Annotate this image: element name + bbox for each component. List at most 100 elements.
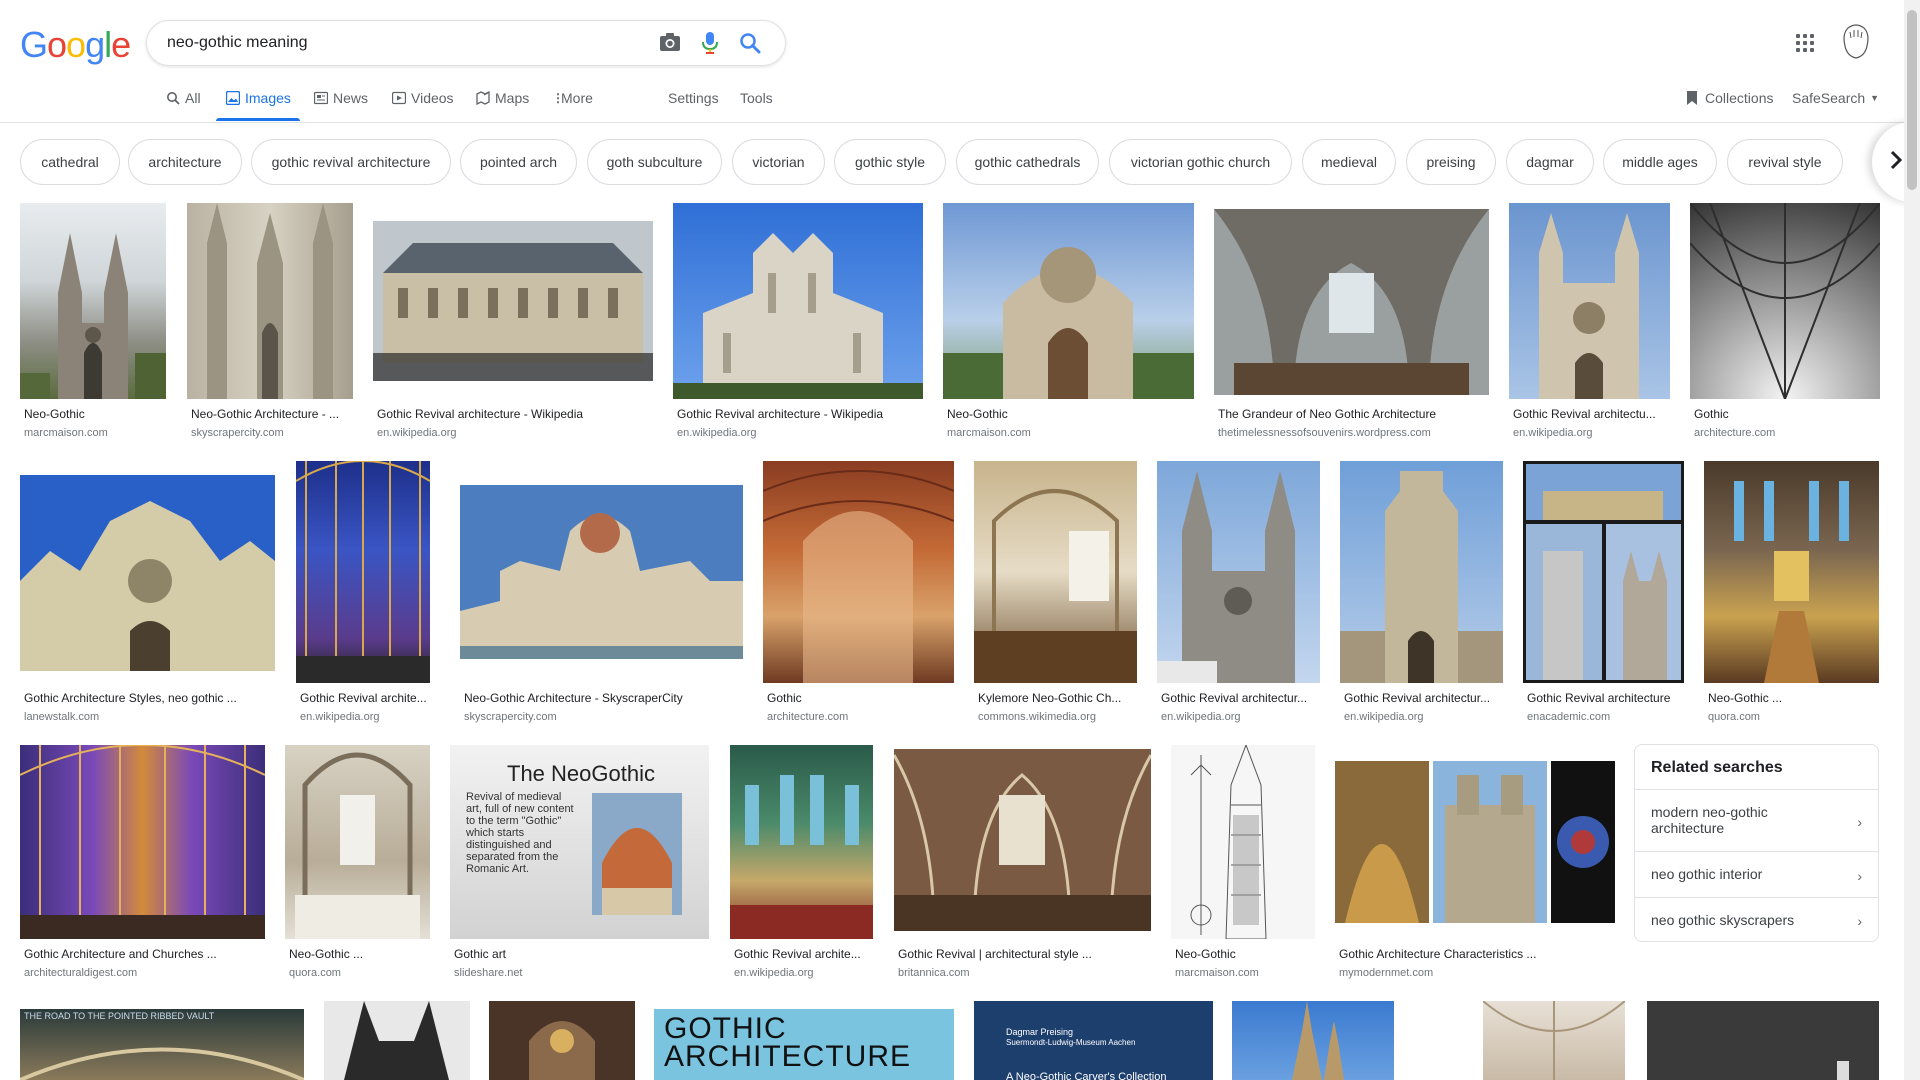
logo-letter: o bbox=[47, 24, 67, 65]
result-thumbnail bbox=[1483, 1001, 1625, 1080]
chip[interactable]: gothic revival architecture bbox=[251, 139, 451, 185]
result-source: en.wikipedia.org bbox=[734, 967, 814, 979]
tab-all-label: All bbox=[185, 90, 201, 106]
result-thumbnail bbox=[20, 745, 265, 939]
result-source: marcmaison.com bbox=[24, 427, 108, 439]
tab-all[interactable]: All bbox=[166, 90, 201, 106]
result-thumbnail bbox=[460, 461, 743, 683]
google-logo[interactable]: Google bbox=[20, 24, 131, 66]
search-icon[interactable] bbox=[739, 32, 763, 54]
image-result[interactable] bbox=[489, 1001, 635, 1080]
image-result[interactable] bbox=[1483, 1001, 1625, 1080]
thumbnail-text: GOTHIC ARCHITECTURE bbox=[664, 1012, 912, 1073]
result-source: skyscrapercity.com bbox=[464, 711, 557, 723]
tab-maps[interactable]: Maps bbox=[476, 90, 529, 106]
microphone-icon[interactable] bbox=[701, 32, 725, 54]
result-caption: Gothic Revival architectur... bbox=[1344, 691, 1491, 705]
related-searches-title: Related searches bbox=[1651, 759, 1783, 776]
chip[interactable]: cathedral bbox=[20, 139, 120, 185]
chip[interactable]: gothic cathedrals bbox=[956, 139, 1099, 185]
result-caption: Neo-Gothic bbox=[1175, 947, 1236, 961]
tools-link[interactable]: Tools bbox=[740, 90, 773, 106]
related-search-item[interactable]: neo gothic skyscrapers › bbox=[1635, 897, 1878, 942]
result-caption: Gothic art bbox=[454, 947, 507, 961]
search-tabs: All Images News Videos Maps ⋮ More Setti… bbox=[0, 82, 1920, 122]
result-thumbnail bbox=[1171, 745, 1315, 939]
result-thumbnail bbox=[187, 203, 353, 399]
result-thumbnail bbox=[285, 745, 430, 939]
result-caption: Gothic bbox=[1694, 407, 1729, 421]
map-icon bbox=[476, 90, 490, 106]
result-source: architecture.com bbox=[1694, 427, 1776, 439]
result-source: en.wikipedia.org bbox=[1161, 711, 1241, 723]
settings-link[interactable]: Settings bbox=[668, 90, 719, 106]
result-thumbnail bbox=[974, 461, 1137, 683]
result-source: en.wikipedia.org bbox=[1344, 711, 1424, 723]
result-thumbnail bbox=[1232, 1001, 1394, 1080]
video-icon bbox=[391, 91, 407, 105]
chip[interactable]: middle ages bbox=[1603, 139, 1717, 185]
thumbnail-text: A Neo-Gothic Carver's Collection bbox=[1006, 1071, 1167, 1080]
result-source: marcmaison.com bbox=[1175, 967, 1259, 979]
related-search-item[interactable]: neo gothic interior › bbox=[1635, 851, 1878, 898]
result-caption: Gothic Revival architectu... bbox=[1513, 407, 1656, 421]
chip[interactable]: preising bbox=[1406, 139, 1496, 185]
chip[interactable]: medieval bbox=[1302, 139, 1396, 185]
result-thumbnail bbox=[296, 461, 430, 683]
result-thumbnail bbox=[489, 1001, 635, 1080]
tab-videos[interactable]: Videos bbox=[391, 90, 454, 106]
collections-link[interactable]: Collections bbox=[1686, 90, 1773, 106]
result-caption: Neo-Gothic Architecture - SkyscraperCity bbox=[464, 691, 683, 705]
scrollbar-thumb[interactable] bbox=[1907, 10, 1917, 190]
header: Google neo-gothic meaning All Images New… bbox=[0, 0, 1920, 123]
result-source: commons.wikimedia.org bbox=[978, 711, 1096, 723]
apps-grid-icon[interactable] bbox=[1796, 34, 1814, 52]
chip[interactable]: pointed arch bbox=[460, 139, 577, 185]
result-caption: Gothic Architecture Styles, neo gothic .… bbox=[24, 691, 237, 705]
result-source: skyscrapercity.com bbox=[191, 427, 284, 439]
camera-icon[interactable] bbox=[659, 32, 683, 54]
result-source: quora.com bbox=[1708, 711, 1760, 723]
collections-label: Collections bbox=[1705, 90, 1774, 106]
tab-images[interactable]: Images bbox=[225, 90, 291, 106]
avatar[interactable] bbox=[1840, 24, 1872, 60]
related-search-item[interactable]: modern neo-gothic architecture › bbox=[1635, 789, 1878, 852]
tab-news-label: News bbox=[333, 90, 369, 106]
tab-more[interactable]: ⋮ More bbox=[552, 90, 593, 106]
chip[interactable]: dagmar bbox=[1506, 139, 1594, 185]
related-search-label: modern neo-gothic architecture bbox=[1651, 804, 1768, 836]
slide-body: Revival of medieval art, full of new con… bbox=[466, 791, 574, 875]
chip[interactable]: revival style bbox=[1727, 139, 1843, 185]
image-result[interactable] bbox=[324, 1001, 470, 1080]
result-thumbnail: Dagmar Preising Suermondt-Ludwig-Museum … bbox=[974, 1001, 1213, 1080]
safesearch-dropdown[interactable]: SafeSearch ▼ bbox=[1792, 90, 1879, 106]
tab-news[interactable]: News bbox=[313, 90, 369, 106]
chip[interactable]: victorian gothic church bbox=[1109, 139, 1292, 185]
result-thumbnail bbox=[20, 461, 275, 683]
vertical-scrollbar[interactable] bbox=[1904, 0, 1920, 1080]
image-result[interactable]: Dagmar Preising Suermondt-Ludwig-Museum … bbox=[974, 1001, 1213, 1080]
result-source: en.wikipedia.org bbox=[377, 427, 457, 439]
result-source: slideshare.net bbox=[454, 967, 523, 979]
image-result[interactable]: GOTHIC ARCHITECTURE bbox=[654, 1001, 954, 1080]
chip[interactable]: gothic style bbox=[834, 139, 946, 185]
tab-maps-label: Maps bbox=[495, 90, 530, 106]
search-input[interactable]: neo-gothic meaning bbox=[167, 34, 308, 52]
image-result[interactable] bbox=[1647, 1001, 1879, 1080]
more-vertical-icon: ⋮ bbox=[552, 91, 564, 105]
image-result[interactable]: THE ROAD TO THE POINTED RIBBED VAULT bbox=[20, 1001, 304, 1080]
chip[interactable]: victorian bbox=[732, 139, 825, 185]
search-box[interactable]: neo-gothic meaning bbox=[146, 20, 786, 66]
image-result[interactable] bbox=[1232, 1001, 1394, 1080]
result-thumbnail bbox=[1509, 203, 1670, 399]
result-caption: Gothic bbox=[767, 691, 802, 705]
result-source: en.wikipedia.org bbox=[677, 427, 757, 439]
result-source: enacademic.com bbox=[1527, 711, 1611, 723]
result-thumbnail: The NeoGothic Revival of medieval art, f… bbox=[450, 745, 709, 939]
chip[interactable]: goth subculture bbox=[587, 139, 722, 185]
result-caption: Neo-Gothic Architecture - ... bbox=[191, 407, 340, 421]
settings-label: Settings bbox=[668, 90, 719, 106]
chip[interactable]: architecture bbox=[128, 139, 242, 185]
result-caption: Kylemore Neo-Gothic Ch... bbox=[978, 691, 1122, 705]
result-thumbnail bbox=[324, 1001, 470, 1080]
